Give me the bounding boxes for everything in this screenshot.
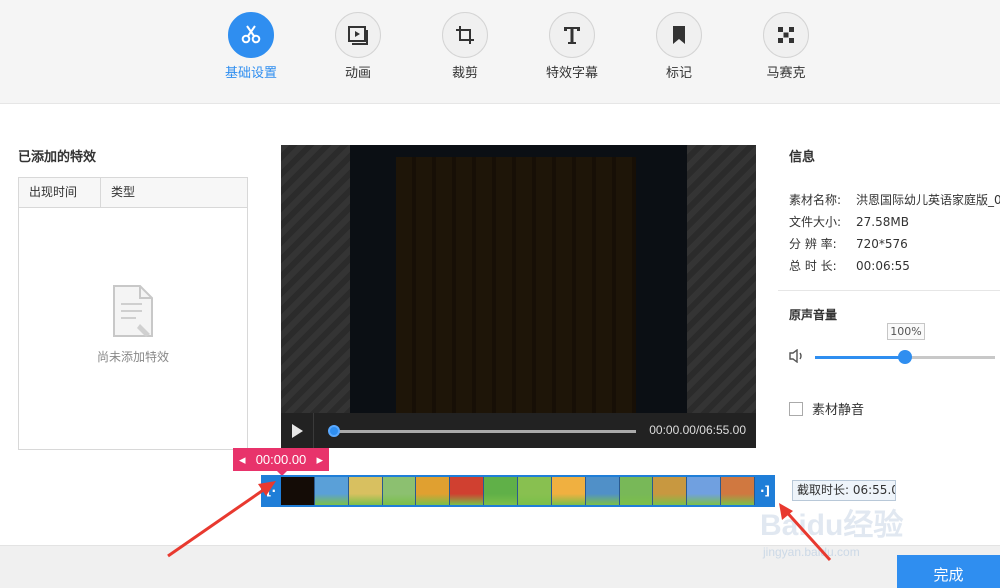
video-preview: 00:00.00/06:55.00 bbox=[281, 145, 756, 448]
player-controls: 00:00.00/06:55.00 bbox=[281, 413, 756, 448]
crop-icon bbox=[442, 12, 488, 58]
watermark-url: jingyan.baidu.com bbox=[763, 545, 860, 559]
empty-state-text: 尚未添加特效 bbox=[96, 350, 169, 364]
done-button[interactable]: 完成 bbox=[897, 555, 1000, 588]
info-value: 27.58MB bbox=[856, 215, 909, 229]
tab-label: 基础设置 bbox=[224, 66, 277, 81]
timeline-thumbnail bbox=[551, 477, 586, 505]
info-key: 素材名称: bbox=[789, 193, 842, 207]
timeline-thumbnail bbox=[314, 477, 349, 505]
column-header-time[interactable]: 出现时间 bbox=[19, 178, 101, 207]
volume-slider-knob[interactable] bbox=[898, 350, 912, 364]
prev-frame-button[interactable]: ◂ bbox=[239, 452, 246, 468]
column-header-type[interactable]: 类型 bbox=[101, 178, 135, 207]
info-row-name: 素材名称: 洪恩国际幼儿英语家庭版_04 bbox=[789, 191, 1000, 208]
info-value: 洪恩国际幼儿英语家庭版_04 bbox=[856, 193, 1000, 207]
progress-track[interactable] bbox=[330, 430, 636, 433]
timeline-thumbnail bbox=[382, 477, 417, 505]
mute-toggle[interactable]: 素材静音 bbox=[789, 399, 864, 418]
tab-mosaic[interactable]: 马赛克 bbox=[746, 12, 826, 81]
tab-label: 马赛克 bbox=[766, 66, 806, 81]
cut-start-time: 00:00.00 bbox=[255, 452, 307, 467]
tab-animation[interactable]: 动画 bbox=[318, 12, 398, 81]
video-frame bbox=[350, 145, 687, 413]
tab-label: 特效字幕 bbox=[545, 66, 598, 81]
info-key: 文件大小: bbox=[789, 215, 842, 229]
divider bbox=[778, 290, 1000, 291]
timeline-thumbnail bbox=[721, 477, 755, 505]
mute-checkbox[interactable] bbox=[789, 401, 803, 416]
progress-knob[interactable] bbox=[328, 425, 340, 437]
info-row-duration: 总 时 长: 00:06:55 bbox=[789, 257, 910, 274]
effects-toolbar: 基础设置 动画 裁剪 特效字幕 标记 马赛克 bbox=[0, 0, 1000, 104]
next-frame-button[interactable]: ▸ bbox=[316, 452, 323, 468]
tab-marker[interactable]: 标记 bbox=[639, 12, 719, 81]
effects-list-header: 出现时间 类型 bbox=[19, 178, 247, 208]
effects-panel-title: 已添加的特效 bbox=[18, 150, 97, 165]
timeline-thumbnail bbox=[450, 477, 485, 505]
play-frame-icon bbox=[335, 12, 381, 58]
play-icon bbox=[292, 423, 303, 438]
tab-label: 裁剪 bbox=[451, 66, 478, 81]
info-row-size: 文件大小: 27.58MB bbox=[789, 213, 909, 230]
tab-label: 标记 bbox=[665, 66, 692, 81]
timeline-thumbnail bbox=[585, 477, 620, 505]
empty-document-icon bbox=[110, 284, 156, 343]
bookmark-icon bbox=[656, 12, 702, 58]
time-readout: 00:00.00/06:55.00 bbox=[649, 423, 746, 437]
info-key: 总 时 长: bbox=[789, 259, 837, 273]
timeline-thumbnail bbox=[281, 477, 315, 505]
timeline-thumbnail bbox=[619, 477, 654, 505]
thumbnail-strip bbox=[281, 477, 755, 505]
trim-start-handle[interactable]: [· bbox=[261, 475, 281, 507]
timeline-thumbnail bbox=[653, 477, 688, 505]
timeline-thumbnail bbox=[348, 477, 383, 505]
tab-basic-settings[interactable]: 基础设置 bbox=[211, 12, 291, 81]
text-t-icon bbox=[549, 12, 595, 58]
info-value: 00:06:55 bbox=[856, 259, 910, 273]
timeline-thumbnail bbox=[484, 477, 519, 505]
volume-title: 原声音量 bbox=[789, 308, 838, 322]
tab-crop[interactable]: 裁剪 bbox=[425, 12, 505, 81]
play-button[interactable] bbox=[281, 413, 314, 448]
cut-duration-label: 截取时长: 06:55.00 bbox=[792, 480, 896, 501]
tab-text-effects[interactable]: 特效字幕 bbox=[532, 12, 612, 81]
clip-timeline[interactable]: [· ·] bbox=[261, 475, 775, 507]
timeline-thumbnail bbox=[416, 477, 451, 505]
cut-start-marker[interactable]: ◂ 00:00.00 ▸ bbox=[233, 448, 329, 476]
video-content bbox=[396, 157, 636, 413]
watermark-logo: Baidu经验 bbox=[760, 509, 904, 542]
mute-label: 素材静音 bbox=[812, 403, 865, 418]
info-key: 分 辨 率: bbox=[789, 237, 837, 251]
mosaic-icon bbox=[763, 12, 809, 58]
timeline-thumbnail bbox=[518, 477, 552, 505]
volume-value-tooltip: 100% bbox=[887, 323, 925, 340]
tab-label: 动画 bbox=[344, 66, 371, 81]
timeline-thumbnail bbox=[687, 477, 722, 505]
info-row-resolution: 分 辨 率: 720*576 bbox=[789, 235, 908, 252]
scissors-icon bbox=[228, 12, 274, 58]
info-title: 信息 bbox=[789, 150, 816, 165]
speaker-icon[interactable] bbox=[789, 348, 805, 366]
effects-list: 出现时间 类型 尚未添加特效 bbox=[18, 177, 248, 450]
info-value: 720*576 bbox=[856, 237, 908, 251]
volume-slider-fill bbox=[815, 356, 905, 359]
